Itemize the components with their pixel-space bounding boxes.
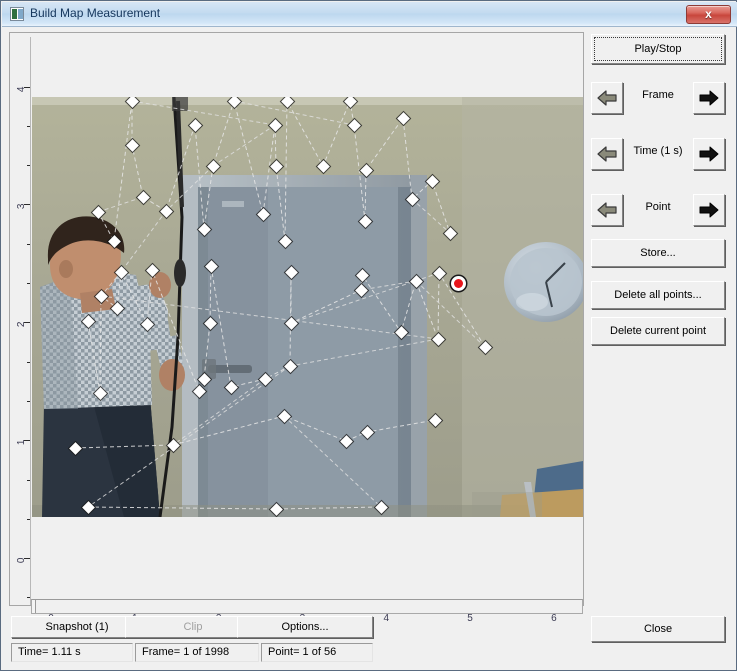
title-bar: Build Map Measurement x — [2, 2, 737, 27]
point-connector — [87, 506, 382, 510]
status-time: Time= 1.11 s — [11, 643, 133, 662]
frame-next-button[interactable] — [693, 82, 725, 114]
point-connector — [411, 198, 451, 234]
point-connector — [120, 210, 167, 273]
point-connector — [172, 378, 266, 446]
arrow-left-icon — [597, 90, 617, 106]
close-icon[interactable]: x — [686, 5, 731, 24]
snapshot-button[interactable]: Snapshot (1) — [11, 616, 143, 638]
arrow-right-icon — [699, 202, 719, 218]
frame-slider[interactable] — [31, 599, 583, 614]
play-stop-label: Play/Stop — [634, 43, 682, 55]
close-button[interactable]: Close — [591, 616, 725, 642]
point-next-button[interactable] — [693, 194, 725, 226]
arrow-right-icon — [699, 90, 719, 106]
time-prev-button[interactable] — [591, 138, 623, 170]
frame-slider-thumb[interactable] — [32, 600, 36, 613]
play-stop-button[interactable]: Play/Stop — [591, 34, 725, 64]
point-connector — [165, 165, 214, 212]
application-icon — [10, 7, 24, 21]
y-axis: 4 3 2 1 0 — [10, 37, 30, 605]
frame-label: Frame — [642, 89, 674, 101]
point-connector — [131, 100, 276, 126]
frame-prev-button[interactable] — [591, 82, 623, 114]
y-tick-label: 1 — [16, 439, 28, 446]
build-map-measurement-window: Build Map Measurement x 43210 0123456 — [0, 0, 737, 671]
time-label: Time (1 s) — [633, 145, 683, 157]
delete-current-point-button[interactable]: Delete current point — [591, 317, 725, 345]
video-frame[interactable] — [32, 97, 583, 517]
y-tick-label: 3 — [16, 203, 28, 210]
point-connector — [212, 124, 276, 167]
point-prev-button[interactable] — [591, 194, 623, 226]
point-connector — [97, 196, 144, 213]
y-tick-label: 2 — [16, 321, 28, 328]
point-connector — [87, 365, 291, 508]
arrow-right-icon — [699, 146, 719, 162]
y-tick-label: 4 — [16, 86, 28, 92]
arrow-left-icon — [597, 146, 617, 162]
store-button[interactable]: Store... — [591, 239, 725, 267]
status-point: Point= 1 of 56 — [261, 643, 373, 662]
selected-tracked-point[interactable] — [450, 275, 466, 291]
window-title: Build Map Measurement — [30, 6, 161, 20]
point-connector — [100, 295, 439, 340]
delete-all-points-button[interactable]: Delete all points... — [591, 281, 725, 309]
options-button[interactable]: Options... — [237, 616, 373, 638]
arrow-left-icon — [597, 202, 617, 218]
point-label: Point — [645, 201, 671, 213]
y-tick-label: 0 — [16, 557, 28, 564]
time-next-button[interactable] — [693, 138, 725, 170]
status-frame: Frame= 1 of 1998 — [135, 643, 259, 662]
control-panel: Play/Stop Frame Time (1 s) Point Store..… — [591, 32, 725, 664]
point-connector — [74, 415, 436, 449]
point-connector — [289, 338, 439, 367]
bottom-toolbar: Snapshot (1) Clip Options... Time= 1.11 … — [9, 616, 584, 664]
